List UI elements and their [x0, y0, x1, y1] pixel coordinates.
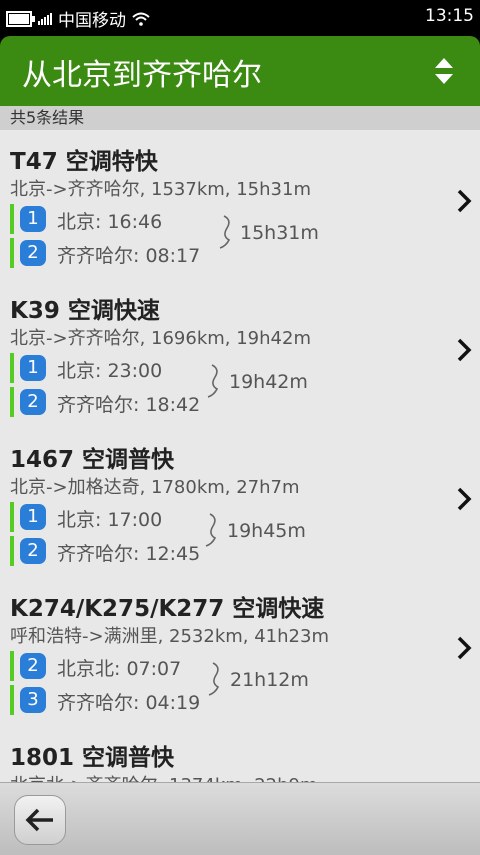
connector-icon [205, 513, 217, 547]
train-title: K39 空调快速 [10, 298, 160, 324]
signal-icon [38, 12, 52, 25]
stop-text: 齐齐哈尔: 12:45 [57, 543, 201, 565]
stop-text: 齐齐哈尔: 08:17 [57, 245, 201, 267]
stop-number-badge: 2 [20, 653, 46, 679]
stop-text: 北京: 16:46 [57, 211, 163, 233]
stop-number-badge: 1 [20, 355, 46, 381]
connector-icon [207, 364, 219, 398]
train-title: 1801 空调普快 [10, 745, 175, 771]
train-item[interactable]: 1801 空调普快 北京北->齐齐哈尔, 1374km, 22h9m [0, 726, 480, 782]
wifi-icon [132, 12, 150, 26]
train-route: 呼和浩特->满洲里, 2532km, 41h23m [10, 626, 329, 647]
stop-text: 北京北: 07:07 [57, 658, 182, 680]
stop-number-badge: 2 [20, 389, 46, 415]
stop-text: 北京: 23:00 [57, 360, 163, 382]
back-arrow-icon [25, 808, 53, 832]
train-route: 北京北->齐齐哈尔, 1374km, 22h9m [10, 771, 318, 782]
train-title: 1467 空调普快 [10, 447, 175, 473]
header-bar: 从北京到齐齐哈尔 [0, 36, 480, 106]
carrier-name: 中国移动 [58, 11, 126, 31]
stop-number-badge: 3 [20, 687, 46, 713]
stop-number-badge: 1 [20, 504, 46, 530]
travel-duration: 15h31m [240, 222, 319, 244]
train-item[interactable]: K39 空调快速 北京->齐齐哈尔, 1696km, 19h42m 1 北京: … [0, 279, 480, 428]
stop-number-badge: 2 [20, 538, 46, 564]
train-item[interactable]: 1467 空调普快 北京->加格达奇, 1780km, 27h7m 1 北京: … [0, 428, 480, 577]
stop-text: 齐齐哈尔: 04:19 [57, 692, 201, 714]
stop-text: 齐齐哈尔: 18:42 [57, 394, 201, 416]
train-route: 北京->加格达奇, 1780km, 27h7m [10, 477, 300, 498]
sort-icon[interactable] [434, 56, 454, 86]
connector-icon [208, 662, 220, 696]
results-count: 共5条结果 [0, 106, 480, 130]
connector-icon [219, 215, 231, 249]
departure-stop: 1 北京: 23:00 [10, 353, 230, 383]
battery-icon [6, 10, 35, 27]
train-route: 北京->齐齐哈尔, 1537km, 15h31m [10, 179, 311, 200]
arrival-stop: 2 齐齐哈尔: 12:45 [10, 536, 230, 566]
stop-number-badge: 2 [20, 240, 46, 266]
travel-duration: 19h42m [229, 371, 308, 393]
train-item[interactable]: K274/K275/K277 空调快速 呼和浩特->满洲里, 2532km, 4… [0, 577, 480, 726]
departure-stop: 2 北京北: 07:07 [10, 651, 230, 681]
chevron-right-icon[interactable] [456, 188, 472, 214]
train-route: 北京->齐齐哈尔, 1696km, 19h42m [10, 328, 311, 349]
arrival-stop: 2 齐齐哈尔: 18:42 [10, 387, 230, 417]
travel-duration: 21h12m [230, 669, 309, 691]
chevron-right-icon[interactable] [456, 635, 472, 661]
departure-stop: 1 北京: 16:46 [10, 204, 230, 234]
status-bar: 中国移动 13:15 [0, 0, 480, 34]
arrival-stop: 3 齐齐哈尔: 04:19 [10, 685, 230, 715]
results-list: 共5条结果 T47 空调特快 北京->齐齐哈尔, 1537km, 15h31m … [0, 106, 480, 782]
chevron-right-icon[interactable] [456, 486, 472, 512]
train-item[interactable]: T47 空调特快 北京->齐齐哈尔, 1537km, 15h31m 1 北京: … [0, 130, 480, 279]
travel-duration: 19h45m [227, 520, 306, 542]
arrival-stop: 2 齐齐哈尔: 08:17 [10, 238, 230, 268]
bottom-toolbar [0, 782, 480, 855]
back-button[interactable] [14, 795, 66, 845]
clock: 13:15 [425, 6, 474, 26]
page-title: 从北京到齐齐哈尔 [22, 58, 262, 93]
train-title: T47 空调特快 [10, 149, 158, 175]
stop-text: 北京: 17:00 [57, 509, 163, 531]
stop-number-badge: 1 [20, 206, 46, 232]
train-title: K274/K275/K277 空调快速 [10, 596, 325, 622]
chevron-right-icon[interactable] [456, 337, 472, 363]
departure-stop: 1 北京: 17:00 [10, 502, 230, 532]
